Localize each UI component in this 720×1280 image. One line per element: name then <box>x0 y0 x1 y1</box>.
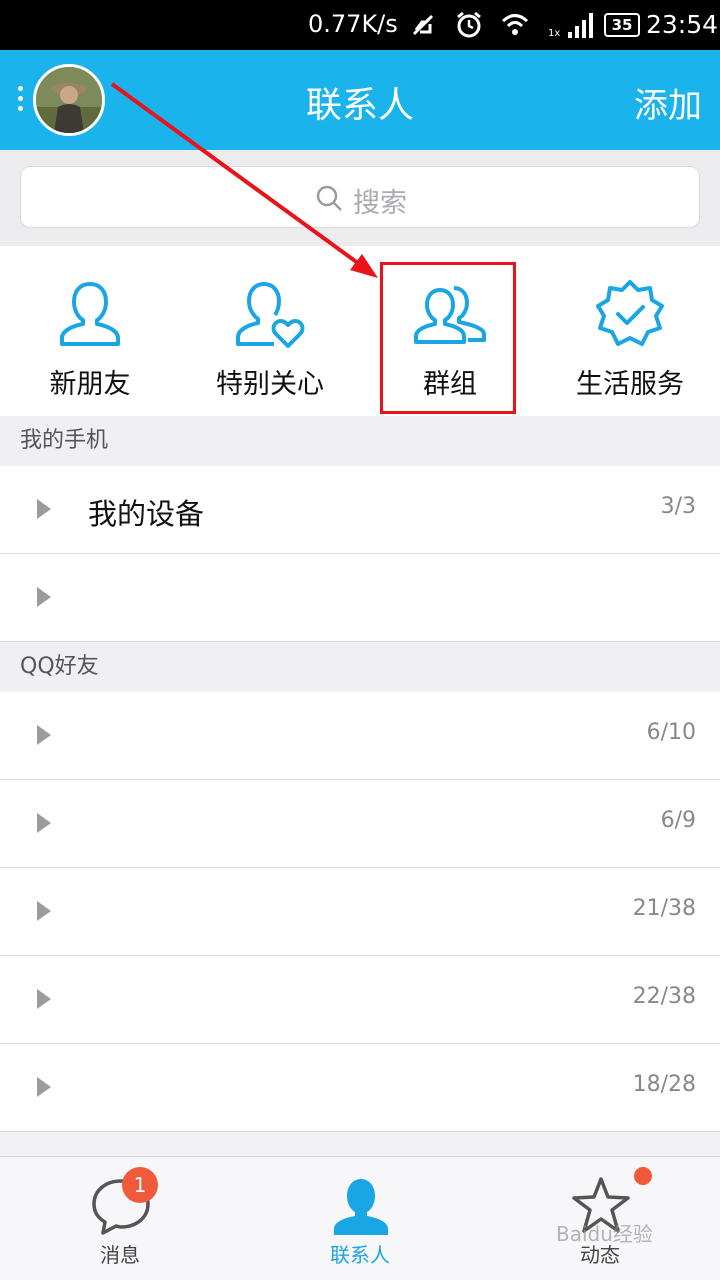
group-row[interactable]: 22/38 <box>0 956 720 1044</box>
person-icon <box>60 282 120 346</box>
group-row[interactable]: 6/9 <box>0 780 720 868</box>
group-row[interactable]: 6/10 <box>0 692 720 780</box>
battery-indicator: 35 <box>604 13 640 37</box>
expand-arrow-icon <box>37 499 51 519</box>
watermark: Baidu经验 <box>556 1222 653 1246</box>
signal-icon: 1x <box>548 13 593 39</box>
search-icon <box>316 185 342 211</box>
annotation-highlight <box>380 262 516 414</box>
group-count: 22/38 <box>632 984 696 1009</box>
alarm-icon <box>457 11 481 38</box>
contacts-icon <box>334 1179 388 1235</box>
quick-new-friends[interactable]: 新朋友 <box>0 246 180 416</box>
group-row[interactable]: 21/38 <box>0 868 720 956</box>
group-count: 6/9 <box>660 808 696 833</box>
group-row[interactable] <box>0 554 720 642</box>
quick-special-care[interactable]: 特别关心 <box>180 246 360 416</box>
clock: 23:54 <box>646 10 719 39</box>
mute-icon <box>412 14 434 36</box>
tab-label: 联系人 <box>330 1243 390 1267</box>
section-header-my-phone: 我的手机 <box>0 416 720 466</box>
quick-label: 特别关心 <box>216 369 324 400</box>
quick-label: 生活服务 <box>576 369 684 400</box>
group-row[interactable]: 18/28 <box>0 1044 720 1132</box>
section-header-qq-friends: QQ好友 <box>0 642 720 692</box>
network-speed: 0.77K/s <box>308 10 398 38</box>
expand-arrow-icon <box>37 1077 51 1097</box>
page-title: 联系人 <box>305 85 414 126</box>
search-input[interactable]: 搜索 <box>20 166 700 228</box>
unread-badge: 1 <box>122 1167 158 1203</box>
expand-arrow-icon <box>37 725 51 745</box>
search-area: 搜索 <box>0 150 720 246</box>
quick-actions: 新朋友 特别关心 群组 生活服务 <box>0 246 720 416</box>
verified-badge-icon <box>596 280 664 346</box>
expand-arrow-icon <box>37 989 51 1009</box>
quick-label: 新朋友 <box>49 369 131 400</box>
quick-life-services[interactable]: 生活服务 <box>540 246 720 416</box>
expand-arrow-icon <box>37 901 51 921</box>
group-count: 3/3 <box>660 494 696 519</box>
tab-label: 消息 <box>100 1243 140 1267</box>
tab-contacts[interactable]: 联系人 <box>240 1157 480 1280</box>
group-count: 21/38 <box>632 896 696 921</box>
group-count: 18/28 <box>632 1072 696 1097</box>
add-button[interactable]: 添加 <box>634 78 702 127</box>
expand-arrow-icon <box>37 813 51 833</box>
tab-messages[interactable]: 1 消息 <box>0 1157 240 1280</box>
wifi-icon <box>501 14 529 35</box>
search-placeholder: 搜索 <box>353 188 407 219</box>
expand-arrow-icon <box>37 587 51 607</box>
new-activity-dot <box>634 1167 652 1185</box>
title-bar: 联系人 添加 <box>0 50 720 150</box>
group-count: 6/10 <box>646 720 696 745</box>
status-bar: 0.77K/s 1x 35 23:54 <box>0 0 720 50</box>
person-heart-icon <box>236 282 305 348</box>
svg-text:1x: 1x <box>548 28 560 39</box>
group-name: 我的设备 <box>88 497 205 531</box>
group-row[interactable]: 我的设备 3/3 <box>0 466 720 554</box>
